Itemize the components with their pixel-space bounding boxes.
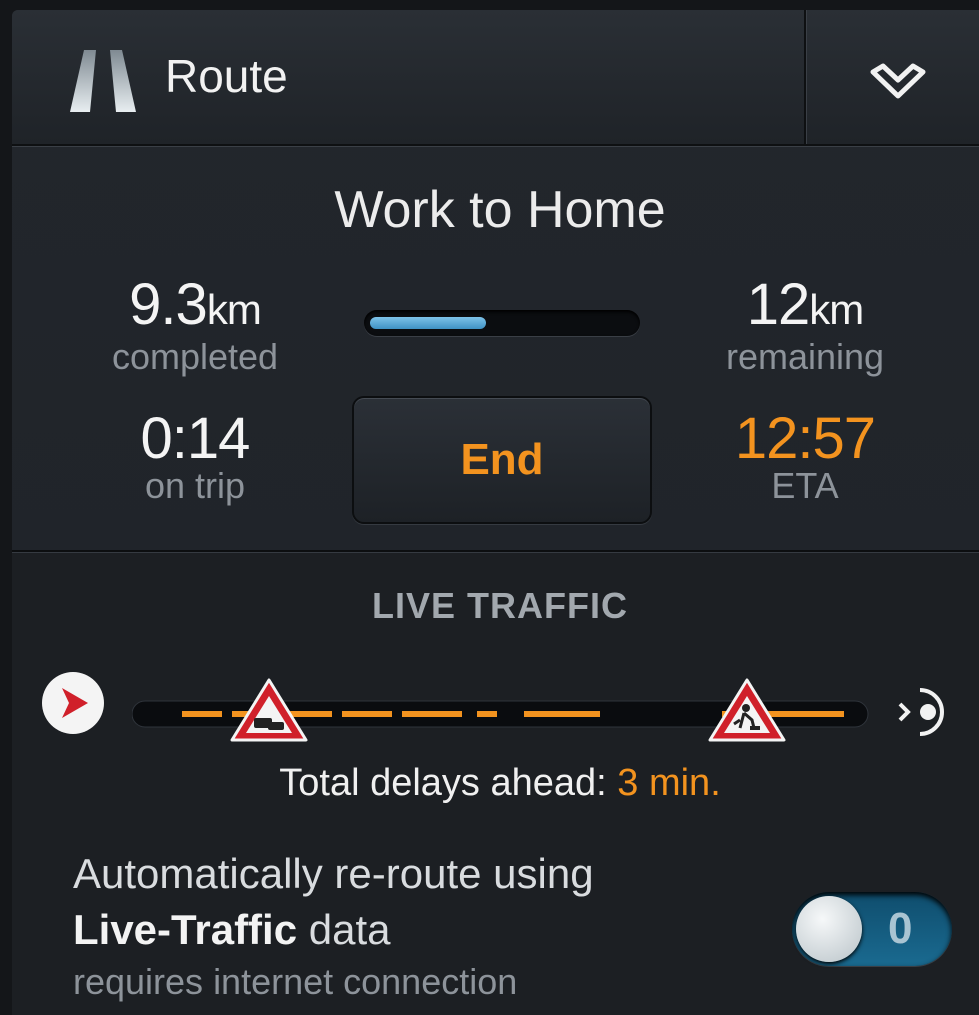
toggle-state: 0 xyxy=(888,904,913,953)
chevron-down-icon xyxy=(870,63,926,99)
distance-remaining-label: remaining xyxy=(725,336,885,377)
eta-label: ETA xyxy=(771,465,839,506)
trip-progress-bar xyxy=(364,310,640,336)
start-arrow-icon xyxy=(42,672,104,734)
eta-value: 12:57 xyxy=(734,406,876,471)
reroute-line1: Automatically re-route using xyxy=(73,850,594,897)
panel-header: Route xyxy=(12,10,979,146)
header-divider xyxy=(804,10,806,144)
reroute-description: Automatically re-route using Live-Traffi… xyxy=(73,846,594,958)
road-icon xyxy=(70,50,136,112)
toggle-knob[interactable] xyxy=(796,896,862,962)
distance-completed-label: completed xyxy=(111,336,279,377)
collapse-button[interactable] xyxy=(807,10,979,144)
total-delays-value: 3 min. xyxy=(617,762,721,804)
eta: 12:57 ETA xyxy=(675,408,935,506)
reroute-toggle[interactable]: 0 xyxy=(792,892,952,966)
time-on-trip: 0:14 on trip xyxy=(65,408,325,506)
trip-name: Work to Home xyxy=(334,181,666,239)
reroute-line2: Live-Traffic data xyxy=(73,902,594,958)
section-divider xyxy=(12,550,979,552)
time-on-trip-value: 0:14 xyxy=(140,406,251,471)
distance-remaining-value: 12km xyxy=(746,272,865,337)
trip-progress-fill xyxy=(370,317,486,329)
destination-icon xyxy=(898,688,944,736)
time-on-trip-label: on trip xyxy=(144,465,246,506)
route-panel: Route Work to Home 9.3km completed 12km … xyxy=(12,10,979,1015)
total-delays: Total delays ahead: 3 min. xyxy=(12,760,979,806)
reroute-requirement: requires internet connection xyxy=(73,961,518,1002)
distance-remaining: 12km remaining xyxy=(675,274,935,377)
distance-completed-value: 9.3km xyxy=(129,272,262,337)
reroute-line2-rest: data xyxy=(308,906,391,953)
distance-completed: 9.3km completed xyxy=(65,274,325,377)
panel-title: Route xyxy=(165,50,288,102)
end-route-button[interactable]: End xyxy=(352,396,652,524)
traffic-timeline xyxy=(132,678,869,742)
reroute-bold: Live-Traffic xyxy=(73,906,298,953)
total-delays-label: Total delays ahead: xyxy=(279,762,607,804)
live-traffic-title: LIVE TRAFFIC xyxy=(372,585,628,626)
